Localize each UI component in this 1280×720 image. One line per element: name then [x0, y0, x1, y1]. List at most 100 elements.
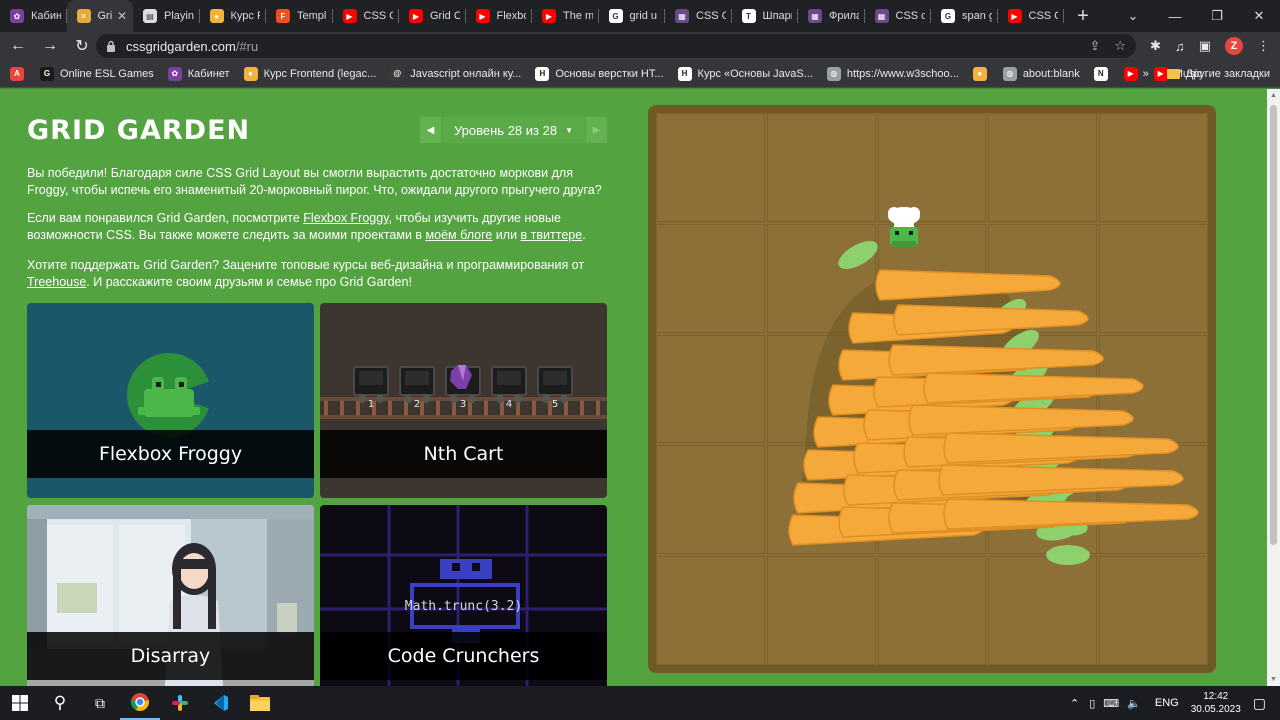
clock[interactable]: 12:42 30.05.2023: [1191, 690, 1241, 716]
browser-toolbar: ← → ↻ cssgridgarden.com/#ru ⇪ ☆ ✱ ♫ ▣ Z …: [0, 32, 1280, 60]
browser-tab[interactable]: ✕ Gri ✕: [66, 0, 133, 32]
scroll-down-icon[interactable]: ▼: [1267, 673, 1280, 686]
youtube-icon: ▶: [409, 9, 423, 23]
browser-tab[interactable]: ▦ CSS G: [665, 0, 732, 32]
browser-tab[interactable]: ● Курс F: [200, 0, 266, 32]
bookmark-star-icon[interactable]: ☆: [1114, 38, 1126, 54]
language-indicator[interactable]: ENG: [1155, 697, 1179, 709]
file-explorer-icon[interactable]: [240, 686, 280, 720]
extensions-icon[interactable]: ✱: [1150, 38, 1161, 54]
close-tab-icon[interactable]: ✕: [117, 9, 127, 23]
volume-icon[interactable]: 🔈: [1127, 697, 1141, 710]
scroll-up-icon[interactable]: ▲: [1267, 89, 1280, 102]
browser-tab[interactable]: ▶ CSS G: [998, 0, 1064, 32]
bookmark-item[interactable]: ◍ about:blank: [1002, 66, 1080, 81]
prev-level-button[interactable]: ◀: [420, 117, 441, 143]
address-bar[interactable]: cssgridgarden.com/#ru ⇪ ☆: [96, 34, 1136, 58]
new-tab-button[interactable]: +: [1070, 3, 1096, 29]
browser-tab[interactable]: T Шпарг: [732, 0, 798, 32]
figma-icon: F: [276, 9, 290, 23]
purple-logo-icon: ✿: [167, 66, 182, 81]
cart-number: 4: [506, 399, 512, 410]
bookmark-item[interactable]: ◍ https://www.w3schoo...: [826, 66, 959, 81]
bookmark-item[interactable]: G Online ESL Games: [40, 66, 154, 81]
bookmark-item[interactable]: ● Курс Frontend (legac...: [243, 66, 376, 81]
share-icon[interactable]: ⇪: [1089, 38, 1100, 54]
page-scrollbar[interactable]: ▲ ▼: [1267, 89, 1280, 686]
search-icon[interactable]: ⚲: [40, 686, 80, 720]
restore-button[interactable]: ❐: [1196, 0, 1238, 32]
profile-avatar[interactable]: Z: [1225, 37, 1243, 55]
vscode-icon[interactable]: [200, 686, 240, 720]
menu-icon[interactable]: ⋮: [1257, 38, 1270, 54]
blog-link[interactable]: моём блоге: [426, 228, 493, 242]
bookmark-item[interactable]: ▶: [1123, 66, 1144, 81]
browser-tab[interactable]: ▦ CSS сe: [865, 0, 931, 32]
tab-title: Курс F: [230, 10, 261, 22]
notifications-icon[interactable]: ▢: [1253, 695, 1266, 712]
forward-button[interactable]: →: [36, 32, 64, 60]
show-hidden-icons[interactable]: ⌃: [1070, 697, 1079, 710]
scrollbar-thumb[interactable]: [1270, 105, 1277, 545]
globe-icon: ◍: [1002, 66, 1017, 81]
tab-title: Кабин: [31, 10, 61, 22]
disarray-card[interactable]: Disarray: [27, 505, 314, 686]
nth-cart-card[interactable]: 1 2 3 4 5 Nth Cart: [320, 303, 607, 498]
bookmark-item[interactable]: ●: [972, 66, 993, 81]
purple-logo-icon: ✿: [10, 9, 24, 23]
tab-title: The m: [563, 10, 593, 22]
flexbox-froggy-link[interactable]: Flexbox Froggy: [303, 211, 388, 225]
tab-title: CSS G: [363, 10, 394, 22]
lock-icon: [107, 40, 115, 52]
bookmark-item[interactable]: ✿ Кабинет: [167, 66, 230, 81]
other-bookmarks[interactable]: Другие закладки: [1186, 68, 1270, 80]
bookmark-item[interactable]: H Курс «Основы JavaS...: [677, 66, 813, 81]
twitter-link[interactable]: в твиттере: [521, 228, 583, 242]
browser-tab[interactable]: ▦ Фрила: [798, 0, 865, 32]
level-selector[interactable]: Уровень 28 из 28 ▼: [442, 117, 585, 143]
bookmark-label: Javascript онлайн ку...: [410, 67, 522, 80]
treehouse-link[interactable]: Treehouse: [27, 275, 86, 289]
card-title: Nth Cart: [320, 430, 607, 478]
close-window-button[interactable]: ✕: [1238, 0, 1280, 32]
level-navigation: ◀ Уровень 28 из 28 ▼ ▶: [420, 117, 607, 143]
task-view-icon[interactable]: ⧉: [80, 686, 120, 720]
browser-tab[interactable]: ▶ CSS G: [333, 0, 399, 32]
browser-tab[interactable]: ✿ Кабин: [0, 0, 67, 32]
browser-tab[interactable]: Ggrid u: [599, 0, 665, 32]
tab-search-icon[interactable]: ⌄: [1112, 0, 1154, 32]
carrot: [888, 344, 1104, 376]
media-control-icon[interactable]: ♫: [1175, 39, 1185, 54]
reload-button[interactable]: ↻: [68, 32, 96, 60]
next-level-button[interactable]: ▶: [586, 117, 607, 143]
network-icon[interactable]: ⌨: [1103, 697, 1119, 710]
browser-tab[interactable]: ▶ Grid C: [399, 0, 466, 32]
start-button[interactable]: [0, 686, 40, 720]
browser-tab[interactable]: F Templ: [266, 0, 333, 32]
browser-tab[interactable]: ▶ Flexbo: [466, 0, 532, 32]
device-icon[interactable]: ▯: [1089, 697, 1095, 710]
minimize-button[interactable]: —: [1154, 0, 1196, 32]
bookmark-item[interactable]: A: [10, 66, 30, 81]
browser-tab[interactable]: ▤ Playing: [133, 0, 200, 32]
browser-tab[interactable]: Gspan g: [931, 0, 998, 32]
back-button[interactable]: ←: [4, 32, 32, 60]
bookmark-item[interactable]: H Основы верстки НТ...: [535, 66, 664, 81]
bookmark-item[interactable]: N: [1093, 66, 1114, 81]
slack-icon[interactable]: [160, 686, 200, 720]
bookmark-label: Основы верстки НТ...: [555, 67, 664, 80]
chrome-taskbar-icon[interactable]: [120, 686, 160, 720]
side-panel-icon[interactable]: ▣: [1199, 38, 1211, 54]
youtube-icon: ▶: [1123, 66, 1138, 81]
h-logo-icon: H: [535, 66, 550, 81]
bookmarks-bar: A G Online ESL Games ✿ Кабинет ● Курс Frontend…: [0, 60, 1280, 88]
cart-number: 2: [414, 399, 420, 410]
browser-tab[interactable]: ▶ The m: [532, 0, 599, 32]
code-crunchers-card[interactable]: Math.trunc(3.2) Code Crunchers: [320, 505, 607, 686]
more-bookmarks-button[interactable]: »: [1143, 68, 1149, 80]
flexbox-froggy-card[interactable]: Flexbox Froggy: [27, 303, 314, 498]
page-title: GRID GARDEN: [27, 115, 251, 146]
cart-number: 5: [552, 399, 558, 410]
h-logo-icon: H: [677, 66, 692, 81]
bookmark-item[interactable]: @ Javascript онлайн ку...: [390, 66, 522, 81]
